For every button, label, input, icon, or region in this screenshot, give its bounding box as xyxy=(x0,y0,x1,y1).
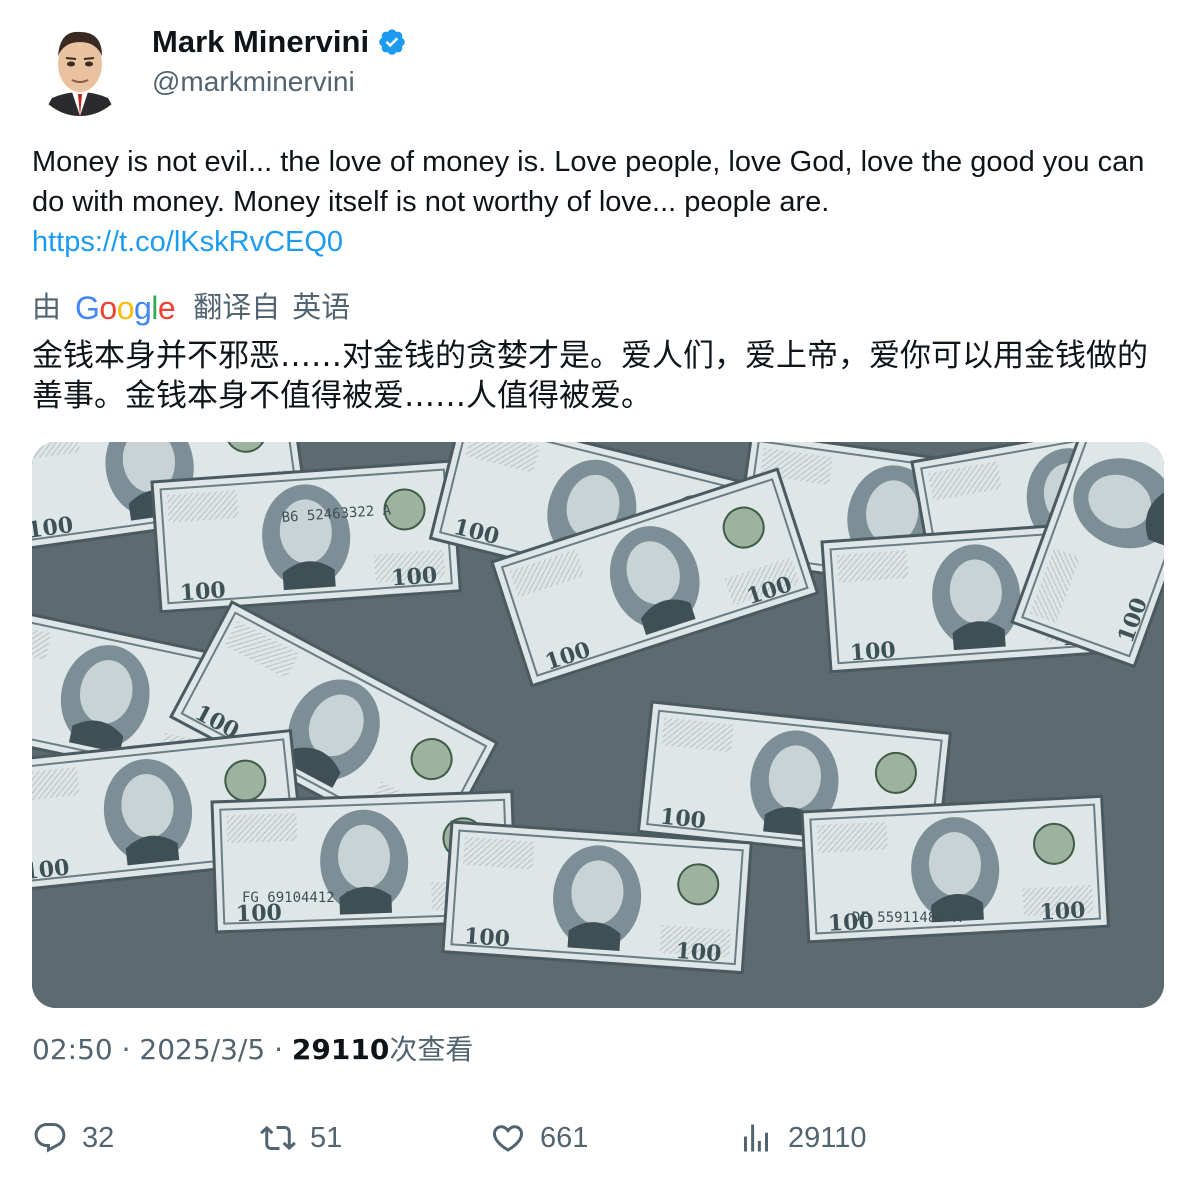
analytics-icon xyxy=(744,1124,768,1152)
tweet-actions: 32 51 661 29110 xyxy=(32,1114,1172,1164)
views-label: 次查看 xyxy=(389,1033,474,1066)
tweet-link[interactable]: https://t.co/lKskRvCEQ0 xyxy=(32,222,1172,262)
money-photo: 100 100 B6 52463322 A FG 69104412 A DF 5… xyxy=(32,442,1164,1008)
tweet-body: Money is not evil... the love of money i… xyxy=(32,146,1145,218)
repost-button[interactable]: 51 xyxy=(260,1114,342,1162)
reply-icon xyxy=(34,1123,66,1153)
google-logo: Google xyxy=(75,290,176,326)
reply-button[interactable]: 32 xyxy=(32,1114,114,1162)
translated-from-label: 翻译自 xyxy=(193,292,281,324)
bill-serial: FG 69104412 A xyxy=(242,890,352,906)
avatar-illustration xyxy=(32,20,128,116)
like-button[interactable]: 661 xyxy=(490,1114,588,1162)
tweet-image[interactable]: 100 100 B6 52463322 A FG 69104412 A DF 5… xyxy=(32,442,1164,1008)
author-info: Mark Minervini @markminervini xyxy=(152,22,407,102)
repost-count: 51 xyxy=(310,1122,343,1154)
views-action-count: 29110 xyxy=(788,1122,867,1154)
views-button[interactable]: 29110 xyxy=(738,1114,867,1162)
tweet-date[interactable]: 2025/3/5 xyxy=(139,1033,265,1066)
heart-icon xyxy=(492,1125,524,1152)
verified-badge-icon xyxy=(377,27,407,57)
bill-serial: DF 55911486 A xyxy=(852,910,962,926)
reply-count: 32 xyxy=(82,1122,115,1154)
translated-by-label: 由 xyxy=(32,292,62,324)
author-avatar[interactable] xyxy=(32,20,128,116)
translation-attribution[interactable]: 由 Google 翻译自 英语 xyxy=(32,288,350,328)
source-language: 英语 xyxy=(292,292,351,324)
translated-text: 金钱本身并不邪恶……对金钱的贪婪才是。爱人们，爱上帝，爱你可以用金钱做的善事。金… xyxy=(32,338,1148,414)
tweet-text: Money is not evil... the love of money i… xyxy=(32,142,1172,262)
author-handle[interactable]: @markminervini xyxy=(152,62,407,102)
like-count: 661 xyxy=(540,1122,589,1154)
meta-separator: · xyxy=(121,1033,131,1066)
tweet-meta: 02:50 · 2025/3/5 · 29110次查看 xyxy=(32,1030,473,1070)
tweet-time[interactable]: 02:50 xyxy=(32,1033,113,1066)
repost-icon xyxy=(260,1125,296,1151)
author-name[interactable]: Mark Minervini xyxy=(152,22,369,62)
meta-separator: · xyxy=(274,1033,283,1066)
views-count: 29110 xyxy=(291,1033,390,1066)
